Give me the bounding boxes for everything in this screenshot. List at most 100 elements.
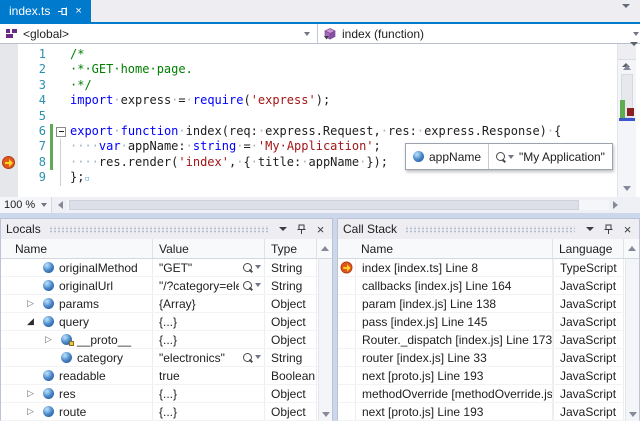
close-icon[interactable]: [314, 223, 327, 236]
locals-row[interactable]: params{Array}Object: [1, 295, 332, 313]
window-position-chevron-icon[interactable]: [276, 223, 289, 236]
editor-zoom-value: 100 %: [4, 199, 35, 211]
column-header-name[interactable]: Name: [338, 239, 553, 258]
current-statement-breakpoint-icon[interactable]: [2, 156, 15, 169]
debugger-datatip[interactable]: appName "My Application": [405, 143, 613, 170]
split-window-grip[interactable]: [618, 44, 636, 60]
editor-horizontal-scrollbar[interactable]: [67, 200, 609, 210]
caret-position-annotation-mark: [619, 118, 635, 121]
code-line[interactable]: 4import·express·=·require('express');: [0, 93, 618, 108]
magnifier-icon[interactable]: [243, 353, 261, 362]
change-bar: [50, 170, 53, 185]
fold-margin: [55, 78, 68, 93]
member-dropdown[interactable]: index (function): [318, 24, 640, 43]
locals-row[interactable]: __proto__{...}Object: [1, 331, 332, 349]
column-header-type[interactable]: Type: [265, 239, 317, 258]
callstack-row[interactable]: router [index.js] Line 33JavaScript: [338, 349, 639, 367]
callstack-row[interactable]: pass [index.js] Line 145JavaScript: [338, 313, 639, 331]
callstack-title-bar[interactable]: Call Stack: [338, 219, 639, 239]
callstack-row[interactable]: next [proto.js] Line 193JavaScript: [338, 403, 639, 421]
scrollbar-thumb[interactable]: [69, 200, 579, 210]
editor-vertical-scrollbar[interactable]: [617, 44, 636, 197]
pin-icon[interactable]: [295, 223, 308, 236]
callstack-row[interactable]: param [index.js] Line 138JavaScript: [338, 295, 639, 313]
locals-row[interactable]: route{...}Object: [1, 403, 332, 421]
variable-orb-icon: [43, 280, 54, 291]
expander-icon[interactable]: [27, 316, 43, 327]
frame-name: router [index.js] Line 33: [356, 349, 553, 366]
frame-name: callbacks [index.js] Line 164: [356, 277, 553, 294]
code-line[interactable]: 6export·function·index(req:·express.Requ…: [0, 124, 618, 139]
code-editor[interactable]: 1/*2·*·GET·home·page.3·*/4import·express…: [0, 44, 640, 197]
change-bar: [50, 47, 53, 62]
column-header-name[interactable]: Name: [1, 239, 153, 258]
locals-row[interactable]: originalUrl"/?category=electronics"Strin…: [1, 277, 332, 295]
expander-icon[interactable]: [27, 298, 43, 309]
variable-value-cell: "GET": [153, 259, 265, 276]
pin-icon[interactable]: [602, 223, 615, 236]
variable-value: "/?category=electronics": [159, 279, 239, 293]
scroll-left-arrow-icon[interactable]: [58, 201, 63, 209]
locals-title-bar[interactable]: Locals: [1, 219, 332, 239]
callstack-row[interactable]: callbacks [index.js] Line 164JavaScript: [338, 277, 639, 295]
tab-index-ts[interactable]: index.ts ×: [0, 0, 91, 22]
variable-orb-icon: [43, 298, 54, 309]
locals-row[interactable]: originalMethod"GET"String: [1, 259, 332, 277]
close-icon[interactable]: [621, 223, 634, 236]
expander-icon[interactable]: [27, 388, 43, 399]
window-position-chevron-icon[interactable]: [583, 223, 596, 236]
locals-vertical-scrollbar[interactable]: [318, 259, 332, 421]
code-line[interactable]: 3·*/: [0, 78, 618, 93]
magnifier-icon[interactable]: [496, 152, 514, 161]
locals-row[interactable]: category"electronics"String: [1, 349, 332, 367]
variable-orb-icon: [413, 151, 424, 162]
locals-grid[interactable]: originalMethod"GET"String originalUrl "/?c…: [1, 259, 332, 421]
variable-name: originalUrl: [59, 279, 113, 293]
close-icon[interactable]: ×: [75, 6, 81, 17]
callstack-rows: index [index.ts] Line 8TypeScriptcallbac…: [338, 259, 639, 421]
locals-row[interactable]: readabletrueBoolean: [1, 367, 332, 385]
expander-icon[interactable]: [45, 334, 61, 345]
frame-margin-cell: [338, 313, 356, 330]
scroll-down-arrow-icon[interactable]: [623, 186, 631, 191]
frame-language: TypeScript: [553, 259, 624, 276]
line-number: 7: [18, 139, 46, 154]
magnifier-icon[interactable]: [243, 281, 261, 290]
variable-value: "GET": [159, 261, 192, 275]
code-line[interactable]: 2·*·GET·home·page.: [0, 62, 618, 77]
callstack-row[interactable]: methodOverride [methodOverride.js]JavaSc…: [338, 385, 639, 403]
scroll-up-arrow-icon[interactable]: [624, 239, 639, 258]
callstack-row[interactable]: Router._dispatch [index.js] Line 173Java…: [338, 331, 639, 349]
callstack-row[interactable]: index [index.ts] Line 8TypeScript: [338, 259, 639, 277]
pin-icon[interactable]: [57, 6, 68, 17]
variable-type: Object: [265, 385, 317, 402]
callstack-row[interactable]: next [proto.js] Line 193JavaScript: [338, 367, 639, 385]
scroll-up-arrow-icon[interactable]: [317, 239, 332, 258]
variable-name: __proto__: [77, 333, 131, 347]
change-bar: [50, 93, 53, 108]
magnifier-icon[interactable]: [243, 263, 261, 272]
code-text: export·function·index(req:·express.Reque…: [70, 124, 561, 139]
code-line[interactable]: 9};▫: [0, 170, 618, 185]
editor-zoom-dropdown[interactable]: 100 %: [0, 197, 52, 213]
expander-icon[interactable]: [27, 406, 43, 417]
change-annotation-mark: [620, 100, 625, 118]
code-line[interactable]: 5: [0, 109, 618, 124]
frame-name: param [index.js] Line 138: [356, 295, 553, 312]
scroll-up-arrow-icon[interactable]: [623, 65, 631, 70]
column-header-language[interactable]: Language: [553, 239, 624, 258]
fold-collapse-icon[interactable]: [55, 124, 68, 139]
variable-value-cell: {Array}: [153, 295, 265, 312]
callstack-vertical-scrollbar[interactable]: [625, 259, 639, 421]
locals-row[interactable]: res{...}Object: [1, 385, 332, 403]
code-line[interactable]: 1/*: [0, 47, 618, 62]
locals-row[interactable]: query{...}Object: [1, 313, 332, 331]
scroll-right-arrow-icon[interactable]: [613, 201, 618, 209]
scope-dropdown[interactable]: <global>: [0, 24, 318, 43]
datatip-variable: appName: [406, 144, 488, 169]
scroll-down-arrow-icon[interactable]: [629, 412, 637, 417]
callstack-grid[interactable]: index [index.ts] Line 8TypeScriptcallbac…: [338, 259, 639, 421]
method-cube-icon: [324, 28, 336, 40]
scroll-down-arrow-icon[interactable]: [322, 412, 330, 417]
column-header-value[interactable]: Value: [153, 239, 265, 258]
